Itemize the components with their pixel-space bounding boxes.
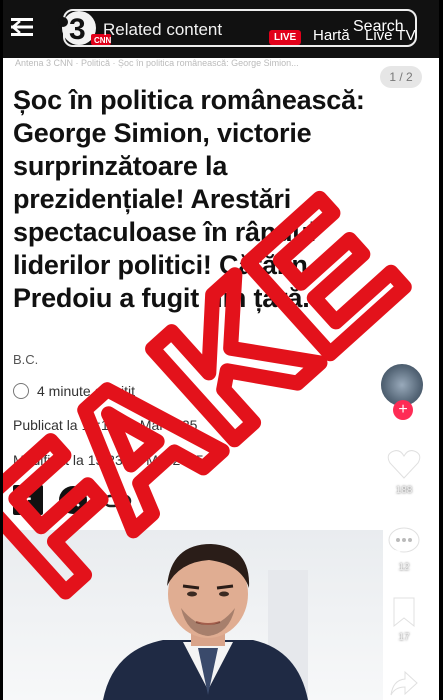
portrait-illustration [103,544,308,700]
like-count: 188 [395,485,413,496]
page-indicator: 1 / 2 [380,66,422,88]
x-share-icon[interactable] [59,486,87,514]
comment-count: 12 [398,562,410,573]
article-headline: Șoc în politica românească: George Simio… [13,85,365,313]
bookmark-icon[interactable] [391,596,417,628]
related-content-link[interactable]: Related content [103,20,222,40]
article-author[interactable]: B.C. [13,352,38,367]
read-time: 4 minute de citit [37,383,136,399]
menu-icon[interactable] [9,14,35,40]
live-badge[interactable]: LIVE [269,30,302,45]
breadcrumb[interactable]: Antena 3 CNN · Politică · Șoc în politic… [15,58,299,68]
harta-link[interactable]: Hartă [313,27,350,44]
svg-text:3: 3 [69,13,86,46]
svg-text:f: f [22,487,31,515]
published-date: Publicat la 15:14 20 Mai 2025 [13,417,198,433]
save-count: 17 [398,632,410,643]
article-photo [3,530,383,700]
copy-link-icon[interactable] [103,492,133,510]
phone-screen: 3 CNN Related content LIVE Hartă Search … [3,0,439,700]
follow-plus-icon[interactable]: + [393,400,413,420]
share-arrow-icon[interactable] [389,668,419,698]
clock-icon [13,383,29,399]
facebook-share-icon[interactable]: f [13,485,43,517]
live-tv-link[interactable]: Live TV [365,27,416,44]
top-navigation-bar: 3 CNN Related content LIVE Hartă Search … [3,0,439,58]
modified-date: Modificat la 15:23 20 Mai 2025 [13,452,204,468]
comment-icon[interactable] [387,526,421,558]
heart-icon[interactable] [387,448,421,480]
